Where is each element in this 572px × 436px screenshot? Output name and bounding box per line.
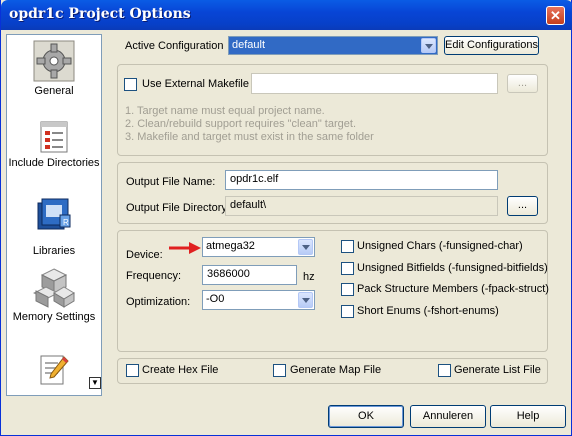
memory-blocks-icon	[33, 268, 75, 308]
sidebar-scroll-down-button[interactable]: ▼	[89, 377, 101, 389]
ok-button[interactable]: OK	[328, 405, 404, 428]
frequency-unit: hz	[303, 271, 315, 283]
makefile-note-3: 3. Makefile and target must exist in the…	[125, 131, 374, 143]
output-file-name-label: Output File Name:	[126, 176, 216, 188]
unsigned-bitfields-label: Unsigned Bitfields (-funsigned-bitfields…	[357, 262, 548, 274]
short-enums-label: Short Enums (-fshort-enums)	[357, 305, 499, 317]
sidebar-item-general[interactable]: General	[7, 37, 101, 98]
optimization-value: -O0	[206, 293, 225, 305]
sidebar-item-notes[interactable]	[7, 353, 101, 387]
books-icon: R	[37, 198, 71, 230]
device-label: Device:	[126, 249, 163, 261]
create-hex-file-label: Create Hex File	[142, 364, 219, 376]
makefile-note-1: 1. Target name must equal project name.	[125, 105, 325, 117]
pack-structure-members-label: Pack Structure Members (-fpack-struct)	[357, 283, 549, 295]
active-configuration-label: Active Configuration	[125, 40, 224, 52]
unsigned-bitfields-checkbox[interactable]	[341, 262, 354, 275]
sidebar-item-label: General	[34, 85, 74, 97]
generate-map-file-label: Generate Map File	[290, 364, 382, 376]
active-configuration-select[interactable]: default	[228, 36, 438, 55]
generate-list-file-checkbox[interactable]	[438, 364, 451, 377]
unsigned-chars-checkbox[interactable]	[341, 240, 354, 253]
close-button[interactable]: ✕	[546, 6, 565, 25]
makefile-path-input[interactable]	[251, 73, 498, 94]
help-button[interactable]: Help	[490, 405, 566, 428]
makefile-note-2: 2. Clean/rebuild support requires "clean…	[125, 118, 356, 130]
frequency-input[interactable]: 3686000	[202, 265, 297, 285]
edit-configurations-button[interactable]: Edit Configurations	[444, 36, 539, 55]
output-directory-input[interactable]: default\	[225, 196, 498, 216]
chevron-down-icon	[298, 239, 313, 255]
use-external-makefile-label: Use External Makefile	[142, 78, 249, 90]
sidebar-item-libraries[interactable]: R Libraries	[7, 197, 101, 258]
output-directory-label: Output File Directory:	[126, 202, 230, 214]
sidebar-item-label: Memory Settings	[12, 311, 96, 323]
title-bar[interactable]: opdr1c Project Options ✕	[1, 0, 572, 30]
gear-icon	[33, 40, 75, 82]
chevron-down-icon	[421, 38, 436, 53]
generate-list-file-label: Generate List File	[454, 364, 541, 376]
device-select[interactable]: atmega32	[202, 237, 315, 257]
sidebar-item-memory-settings[interactable]: Memory Settings	[7, 267, 101, 324]
generate-map-file-checkbox[interactable]	[273, 364, 286, 377]
close-icon: ✕	[550, 8, 561, 23]
makefile-browse-button[interactable]: ...	[507, 74, 538, 93]
device-value: atmega32	[206, 240, 255, 252]
output-directory-browse-button[interactable]: ...	[507, 196, 538, 216]
optimization-select[interactable]: -O0	[202, 290, 315, 310]
create-hex-file-checkbox[interactable]	[126, 364, 139, 377]
folder-list-icon	[40, 121, 68, 153]
sidebar-item-include-directories[interactable]: Include Directories	[7, 119, 101, 170]
frequency-label: Frequency:	[126, 270, 182, 282]
short-enums-checkbox[interactable]	[341, 305, 354, 318]
output-file-name-input[interactable]: opdr1c.elf	[225, 170, 498, 190]
active-configuration-value: default	[232, 39, 266, 51]
pack-structure-members-checkbox[interactable]	[341, 283, 354, 296]
chevron-down-icon: ▼	[91, 378, 99, 387]
svg-text:R: R	[63, 218, 69, 227]
category-sidebar: General Include Directories R Libraries …	[6, 34, 102, 396]
optimization-label: Optimization:	[126, 296, 191, 308]
project-options-dialog: opdr1c Project Options ✕ General Include…	[0, 0, 572, 436]
red-arrow-annotation	[169, 242, 201, 254]
window-title: opdr1c Project Options	[9, 6, 191, 22]
notepad-pencil-icon	[40, 355, 69, 385]
unsigned-chars-label: Unsigned Chars (-funsigned-char)	[357, 240, 523, 252]
sidebar-item-label: Include Directories	[8, 157, 100, 169]
use-external-makefile-checkbox[interactable]	[124, 78, 137, 91]
chevron-down-icon	[298, 292, 313, 308]
sidebar-item-label: Libraries	[32, 245, 76, 257]
cancel-button[interactable]: Annuleren	[410, 405, 486, 428]
